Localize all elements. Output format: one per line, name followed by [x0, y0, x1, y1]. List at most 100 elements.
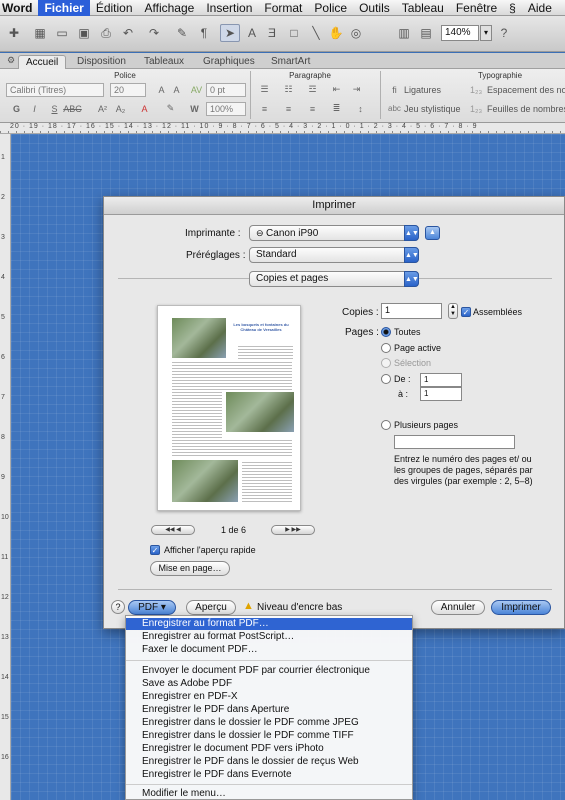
templates-icon[interactable]: ▦ [30, 24, 50, 42]
text-box-icon[interactable]: A [242, 24, 262, 42]
printer-popup[interactable]: ⊖ Canon iP90 ▲▼ [249, 225, 419, 241]
underline-icon[interactable]: S [48, 102, 61, 115]
align-center-icon[interactable]: ≡ [282, 102, 295, 115]
menu-app[interactable]: Word [0, 0, 38, 16]
save-icon[interactable]: ▣ [74, 24, 94, 42]
horizontal-ruler[interactable]: 20 · 19 · 18 · 17 · 16 · 15 · 14 · 13 · … [0, 123, 565, 134]
menu-pdf-evernote[interactable]: Enregistrer le PDF dans Evernote [126, 769, 412, 781]
menu-edition[interactable]: Édition [90, 0, 139, 16]
highlight-icon[interactable]: ✎ [164, 102, 177, 115]
undo-icon[interactable]: ↶ [118, 24, 138, 42]
redo-icon[interactable]: ↷ [144, 24, 164, 42]
help-icon[interactable]: ? [494, 24, 514, 42]
copies-stepper[interactable]: ▲ ▼ [448, 303, 458, 319]
ribbon-gear-icon[interactable]: ⚙ [6, 53, 16, 67]
jeu-stylistique-label[interactable]: Jeu stylistique [404, 104, 461, 114]
section-popup[interactable]: Copies et pages ▲▼ [249, 271, 419, 287]
italic-icon[interactable]: I [28, 102, 41, 115]
page-setup-button[interactable]: Mise en page… [150, 561, 230, 576]
font-size-field[interactable]: 20 [110, 83, 146, 97]
gallery-icon[interactable]: ▤ [416, 24, 436, 42]
menu-aide[interactable]: Aide [522, 0, 558, 16]
menu-police[interactable]: Police [308, 0, 353, 16]
pages-all-radio[interactable] [381, 327, 391, 337]
zoom-dropdown-icon[interactable]: ▾ [480, 25, 492, 41]
menu-save-postscript[interactable]: Enregistrer au format PostScript… [126, 631, 412, 643]
print-icon[interactable]: ⎙ [96, 24, 116, 42]
pages-selection-radio[interactable] [381, 358, 391, 368]
menu-fenetre[interactable]: Fenêtre [450, 0, 503, 16]
scale-icon[interactable]: W [188, 102, 201, 115]
multilevel-icon[interactable]: ☲ [306, 83, 319, 96]
spacing-field[interactable]: 0 pt [206, 83, 246, 97]
first-prev-page-button[interactable]: ◀◀ ◀ [151, 525, 195, 535]
menu-pdf-iphoto[interactable]: Enregistrer le document PDF vers iPhoto [126, 743, 412, 755]
rectangle-icon[interactable]: □ [284, 24, 304, 42]
quick-preview-checkbox[interactable]: ✓ [150, 545, 160, 555]
line-icon[interactable]: ╲ [306, 24, 326, 42]
hand-icon[interactable]: ✋ [326, 24, 346, 42]
menu-edit-menu[interactable]: Modifier le menu… [126, 788, 412, 800]
tab-tableaux[interactable]: Tableaux [137, 55, 191, 69]
help-button[interactable]: ? [111, 600, 125, 614]
new-document-icon[interactable]: ✚ [4, 24, 24, 42]
menu-save-pdfx[interactable]: Enregistrer en PDF-X [126, 691, 412, 703]
menu-save-pdf[interactable]: Enregistrer au format PDF… [126, 618, 412, 630]
menu-save-adobe-pdf[interactable]: Save as Adobe PDF [126, 678, 412, 690]
pilcrow-icon[interactable]: ¶ [194, 24, 214, 42]
script-menu-icon[interactable]: § [503, 0, 522, 16]
tab-disposition[interactable]: Disposition [70, 55, 133, 69]
tab-graphiques[interactable]: Graphiques [196, 55, 262, 69]
zoom-field[interactable]: 140% [441, 25, 479, 41]
collated-checkbox[interactable]: ✓ [461, 307, 471, 317]
character-spacing-icon[interactable]: AV [190, 83, 203, 96]
menu-pdf-jpeg[interactable]: Enregistrer dans le dossier le PDF comme… [126, 717, 412, 729]
pdf-button[interactable]: PDF ▾ [128, 600, 176, 615]
pages-from-field[interactable]: 1 [420, 373, 462, 387]
print-button[interactable]: Imprimer [491, 600, 551, 615]
shapes-icon[interactable]: ◎ [346, 24, 366, 42]
align-right-icon[interactable]: ≡ [306, 102, 319, 115]
pages-to-field[interactable]: 1 [420, 387, 462, 401]
cancel-button[interactable]: Annuler [431, 600, 485, 615]
copies-field[interactable]: 1 [381, 303, 442, 319]
vertical-text-icon[interactable]: Ǝ [262, 24, 282, 42]
menu-fax-pdf[interactable]: Faxer le document PDF… [126, 644, 412, 656]
justify-icon[interactable]: ≣ [330, 102, 343, 115]
scale-field[interactable]: 100% [206, 102, 246, 116]
vertical-ruler[interactable]: 1 2 3 4 5 6 7 8 9 10 11 12 13 14 15 16 [0, 134, 11, 800]
pages-multiple-radio[interactable] [381, 420, 391, 430]
increase-indent-icon[interactable]: ⇥ [350, 83, 363, 96]
menu-affichage[interactable]: Affichage [139, 0, 201, 16]
menu-format[interactable]: Format [258, 0, 308, 16]
menu-fichier[interactable]: Fichier [38, 0, 90, 16]
feuilles-label[interactable]: Feuilles de nombres [487, 104, 565, 114]
sidebar-icon[interactable]: ▥ [394, 24, 414, 42]
pages-multiple-field[interactable] [394, 435, 515, 449]
line-spacing-icon[interactable]: ↕ [354, 102, 367, 115]
bullets-icon[interactable]: ☰ [258, 83, 271, 96]
presets-popup[interactable]: Standard ▲▼ [249, 247, 419, 263]
pages-current-radio[interactable] [381, 343, 391, 353]
menu-pdf-web-receipts[interactable]: Enregistrer le PDF dans le dossier de re… [126, 756, 412, 768]
menu-outils[interactable]: Outils [353, 0, 396, 16]
open-icon[interactable]: ▭ [52, 24, 72, 42]
menu-pdf-tiff[interactable]: Enregistrer dans le dossier le PDF comme… [126, 730, 412, 742]
grow-font-icon[interactable]: A [155, 83, 168, 96]
ligatures-label[interactable]: Ligatures [404, 85, 441, 95]
menu-mail-pdf[interactable]: Envoyer le document PDF par courrier éle… [126, 665, 412, 677]
preview-button[interactable]: Aperçu [186, 600, 236, 615]
pages-range-radio[interactable] [381, 374, 391, 384]
menu-insertion[interactable]: Insertion [200, 0, 258, 16]
strikethrough-icon[interactable]: ABC [63, 102, 82, 115]
disclosure-button[interactable]: ▲ [425, 226, 440, 240]
next-last-page-button[interactable]: ▶ ▶▶ [271, 525, 315, 535]
tab-accueil[interactable]: Accueil [18, 55, 67, 69]
format-painter-icon[interactable]: ✎ [172, 24, 192, 42]
menu-tableau[interactable]: Tableau [396, 0, 450, 16]
shrink-font-icon[interactable]: A [170, 83, 183, 96]
font-name-field[interactable]: Calibri (Titres) [6, 83, 104, 97]
tab-smartart[interactable]: SmartArt [264, 55, 317, 69]
select-arrow-icon[interactable]: ➤ [220, 24, 240, 42]
numbering-icon[interactable]: ☷ [282, 83, 295, 96]
